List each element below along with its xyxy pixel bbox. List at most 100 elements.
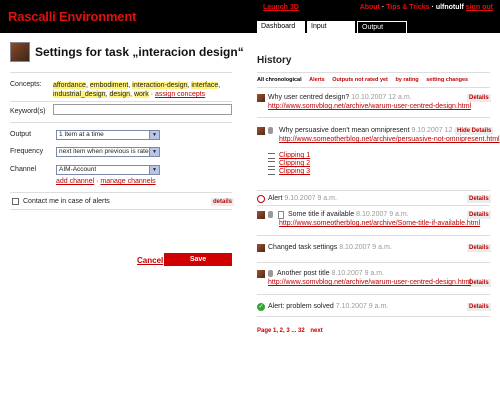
divider: [257, 117, 490, 118]
settings-title: Settings for task „interacion design“: [35, 45, 244, 59]
keywords-input[interactable]: [53, 104, 232, 115]
history-item: Some title if available 8.10.2007 9 a.m.: [288, 211, 409, 218]
sign-out-link[interactable]: sign out: [466, 4, 493, 11]
divider: [257, 205, 490, 206]
frequency-select[interactable]: next item when previous is rated ▼: [56, 147, 160, 157]
alert-icon: [257, 195, 265, 203]
top-bar: Rascalli Environment Launch 3D About · T…: [0, 0, 500, 33]
details-button[interactable]: Details: [467, 94, 491, 102]
concept-tag[interactable]: design: [109, 91, 131, 98]
history-item-link[interactable]: http://www.somvblog.net/archive/warum-us…: [268, 103, 471, 110]
clipping-link[interactable]: Clipping 3: [279, 168, 310, 175]
history-filters: All chronological Alerts Outputs not rat…: [257, 77, 468, 83]
concept-tag[interactable]: interface: [191, 82, 219, 89]
chevron-down-icon: ▼: [149, 166, 159, 174]
history-item-date: 10.10.2007 12 a.m.: [351, 94, 412, 101]
save-button[interactable]: Save: [164, 253, 232, 266]
document-icon: [278, 211, 284, 219]
top-nav: About · Tips & Tricks · ulfnotulf sign o…: [359, 4, 493, 11]
history-item: Alert 9.10.2007 9 a.m.: [268, 195, 337, 202]
history-item-link[interactable]: http://www.someotherblog.net/archive/Som…: [279, 220, 480, 227]
output-select[interactable]: 1 Item at a time ▼: [56, 130, 160, 140]
clipping-link[interactable]: Clipping 1: [279, 152, 310, 159]
hand-icon: [268, 211, 273, 218]
hand-icon: [268, 270, 273, 277]
pagination: Page 1, 2, 3 ... 32 next: [257, 328, 323, 334]
history-item-title: Some title if available: [288, 211, 355, 218]
task-avatar-icon: [257, 211, 265, 219]
hand-icon: [268, 127, 273, 134]
clipping-icon: [268, 161, 275, 167]
history-item-date: 8.10.2007 9 a.m.: [356, 211, 409, 218]
history-item-date: 8.10.2007 9 a.m.: [331, 270, 385, 277]
frequency-label: Frequency: [10, 148, 44, 155]
history-item-date: 7.10.2007 9 a.m.: [335, 303, 389, 310]
main-tabs: Dashboard Input Output: [257, 21, 409, 33]
keywords-label: Keyword(s): [10, 108, 46, 115]
concept-tag[interactable]: work: [133, 91, 149, 98]
tab-dashboard[interactable]: Dashboard: [257, 21, 305, 33]
tab-input[interactable]: Input: [307, 21, 355, 33]
concept-tag[interactable]: embodiment: [89, 82, 129, 89]
history-item: Changed task settings 8.10.2007 9 a.m.: [268, 244, 392, 251]
chevron-down-icon: ▼: [149, 148, 159, 156]
task-avatar-icon: [257, 94, 265, 102]
contact-label: Contact me in case of alerts: [23, 198, 110, 205]
task-avatar-icon: [257, 127, 265, 135]
clipping-icon: [268, 169, 275, 175]
tab-output[interactable]: Output: [357, 21, 407, 33]
history-item-title: Why user centred design?: [268, 94, 350, 101]
divider: [10, 72, 232, 73]
clipping-link[interactable]: Clipping 2: [279, 160, 310, 167]
contact-checkbox[interactable]: [12, 198, 19, 205]
details-button[interactable]: Details: [467, 211, 491, 219]
page-links[interactable]: Page 1, 2, 3 ... 32: [257, 328, 305, 334]
next-page-link[interactable]: next: [310, 328, 322, 334]
divider: [257, 262, 490, 263]
history-item: Alert: problem solved 7.10.2007 9 a.m.: [268, 303, 388, 310]
output-label: Output: [10, 131, 32, 138]
divider: [257, 294, 490, 295]
assign-concepts-link[interactable]: assign concepts: [155, 91, 205, 98]
details-button[interactable]: Details: [467, 195, 491, 203]
task-avatar-icon: [257, 244, 265, 252]
filter-setting-changes[interactable]: setting changes: [426, 77, 468, 83]
history-title: History: [257, 55, 292, 66]
history-item-title: Another post title: [277, 270, 330, 277]
chevron-down-icon: ▼: [149, 131, 159, 139]
history-item: Why user centred design? 10.10.2007 12 a…: [268, 94, 412, 101]
output-value: 1 Item at a time: [59, 131, 104, 138]
divider: [10, 101, 232, 102]
details-button[interactable]: Details: [467, 244, 491, 252]
history-item-title: Why persuasive doen't mean omnipresent: [279, 127, 410, 134]
concept-tag[interactable]: industrial_design: [53, 91, 106, 98]
concepts-label: Concepts:: [10, 81, 42, 88]
divider: [257, 190, 490, 191]
tips-link[interactable]: Tips & Tricks: [386, 4, 429, 11]
filter-not-rated[interactable]: Outputs not rated yet: [332, 77, 388, 83]
history-item-date: 8.10.2007 9 a.m.: [339, 244, 392, 251]
details-button[interactable]: Details: [467, 303, 491, 311]
filter-all[interactable]: All chronological: [257, 77, 302, 83]
filter-by-rating[interactable]: by rating: [395, 77, 418, 83]
filter-alerts[interactable]: Alerts: [309, 77, 325, 83]
about-link[interactable]: About: [360, 4, 380, 11]
divider: [257, 72, 490, 73]
cancel-button[interactable]: Cancel: [137, 256, 163, 265]
manage-channels-link[interactable]: manage channels: [100, 178, 155, 185]
divider: [10, 122, 232, 123]
concepts-list: affordance, embodiment, interaction-desi…: [53, 82, 221, 98]
concept-tag[interactable]: interaction-design: [132, 82, 188, 89]
contact-details-button[interactable]: details: [211, 198, 235, 206]
channel-select[interactable]: AIM-Account ▼: [56, 165, 160, 175]
history-item-date: 9.10.2007 9 a.m.: [284, 195, 337, 202]
concept-tag[interactable]: affordance: [53, 82, 86, 89]
hide-details-button[interactable]: Hide Details: [455, 127, 494, 135]
history-item-link[interactable]: http://www.somvblog.net/archive/warum-us…: [268, 279, 471, 286]
history-item-title: Alert: problem solved: [268, 303, 334, 310]
history-item-link[interactable]: http://www.someotherblog.net/archive/per…: [279, 136, 500, 143]
launch-3d-link[interactable]: Launch 3D: [263, 4, 299, 11]
channel-value: AIM-Account: [59, 166, 97, 173]
add-channel-link[interactable]: add channel: [56, 178, 94, 185]
divider: [257, 235, 490, 236]
